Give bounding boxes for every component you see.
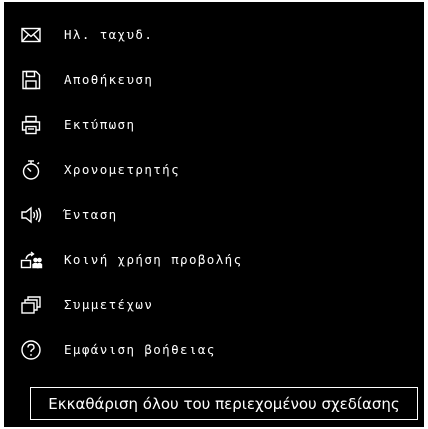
menu-item-label: Εμφάνιση βοήθειας [64,342,216,357]
menu-item-print[interactable]: Εκτύπωση [4,102,424,147]
help-icon [20,339,42,361]
menu-list: Ηλ. ταχυδ. Αποθήκευση Εκτύπωση Χρονομετρ… [4,12,424,372]
menu-item-label: Ένταση [64,207,118,222]
menu-item-label: Αποθήκευση [64,72,154,87]
menu-item-label: Ηλ. ταχυδ. [64,27,154,42]
menu-item-timer[interactable]: Χρονομετρητής [4,147,424,192]
share-screen-icon [20,249,43,271]
menu-item-volume[interactable]: Ένταση [4,192,424,237]
menu-item-email[interactable]: Ηλ. ταχυδ. [4,12,424,57]
context-menu-panel: Ηλ. ταχυδ. Αποθήκευση Εκτύπωση Χρονομετρ… [4,2,424,427]
menu-item-label: Χρονομετρητής [64,162,181,177]
clear-all-drawing-button[interactable]: Εκκαθάριση όλου του περιεχομένου σχεδίασ… [30,387,418,420]
print-icon [20,114,42,136]
menu-item-share-screen[interactable]: Κοινή χρήση προβολής [4,237,424,282]
timer-icon [20,159,42,181]
menu-item-label: Κοινή χρήση προβολής [64,252,243,267]
menu-item-label: Συμμετέχων [64,297,154,312]
volume-icon [20,204,42,226]
menu-item-participants[interactable]: Συμμετέχων [4,282,424,327]
menu-item-save[interactable]: Αποθήκευση [4,57,424,102]
participants-icon [20,294,42,316]
menu-item-help[interactable]: Εμφάνιση βοήθειας [4,327,424,372]
mail-icon [20,24,42,46]
menu-item-label: Εκτύπωση [64,117,136,132]
save-icon [20,69,42,91]
